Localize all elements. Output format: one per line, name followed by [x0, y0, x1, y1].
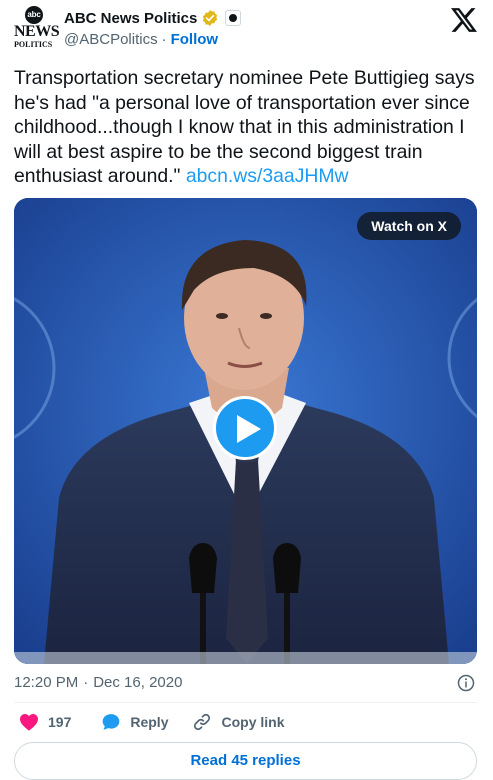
follow-link[interactable]: Follow: [171, 31, 219, 48]
like-count: 197: [48, 714, 72, 730]
copy-link-label: Copy link: [221, 714, 285, 730]
divider: [14, 702, 477, 703]
embedded-post-card: abc NEWS POLITICS ABC News Politics @ABC…: [0, 0, 493, 780]
play-icon: [237, 415, 261, 443]
verified-badge-icon: [203, 10, 218, 26]
post-time: 12:20 PM: [14, 674, 79, 691]
name-row: ABC News Politics: [64, 7, 242, 29]
display-name[interactable]: ABC News Politics: [64, 10, 197, 27]
avatar[interactable]: abc NEWS POLITICS: [14, 6, 60, 50]
reply-label: Reply: [130, 714, 169, 730]
play-button[interactable]: [213, 396, 277, 460]
handle-row: @ABCPolitics · Follow: [64, 31, 218, 48]
heart-icon: [20, 713, 38, 731]
timestamp-separator: ·: [83, 674, 89, 691]
reply-icon: [103, 714, 120, 730]
timestamp[interactable]: 12:20 PM · Dec 16, 2020: [14, 674, 182, 691]
abc-logo: abc: [25, 6, 43, 24]
affiliate-badge-icon: [225, 10, 242, 26]
x-logo-icon[interactable]: [451, 8, 477, 32]
action-row: 197 Reply Copy link: [14, 710, 285, 734]
info-icon[interactable]: [457, 674, 475, 692]
avatar-politics-text: POLITICS: [14, 40, 53, 49]
like-button[interactable]: 197: [19, 713, 71, 731]
link-icon: [194, 713, 211, 731]
handle[interactable]: @ABCPolitics: [64, 31, 158, 48]
watch-on-x-button[interactable]: Watch on X: [357, 212, 461, 240]
video-player[interactable]: Watch on X: [14, 198, 477, 664]
tweet-link[interactable]: abcn.ws/3aaJHMw: [186, 165, 349, 187]
avatar-news-text: NEWS: [14, 23, 60, 40]
post-date: Dec 16, 2020: [93, 674, 183, 691]
reply-button[interactable]: Reply: [101, 712, 168, 732]
separator: ·: [161, 31, 167, 48]
copy-link-button[interactable]: Copy link: [192, 712, 285, 732]
tweet-text: Transportation secretary nominee Pete Bu…: [14, 66, 482, 189]
read-replies-button[interactable]: Read 45 replies: [14, 742, 477, 780]
